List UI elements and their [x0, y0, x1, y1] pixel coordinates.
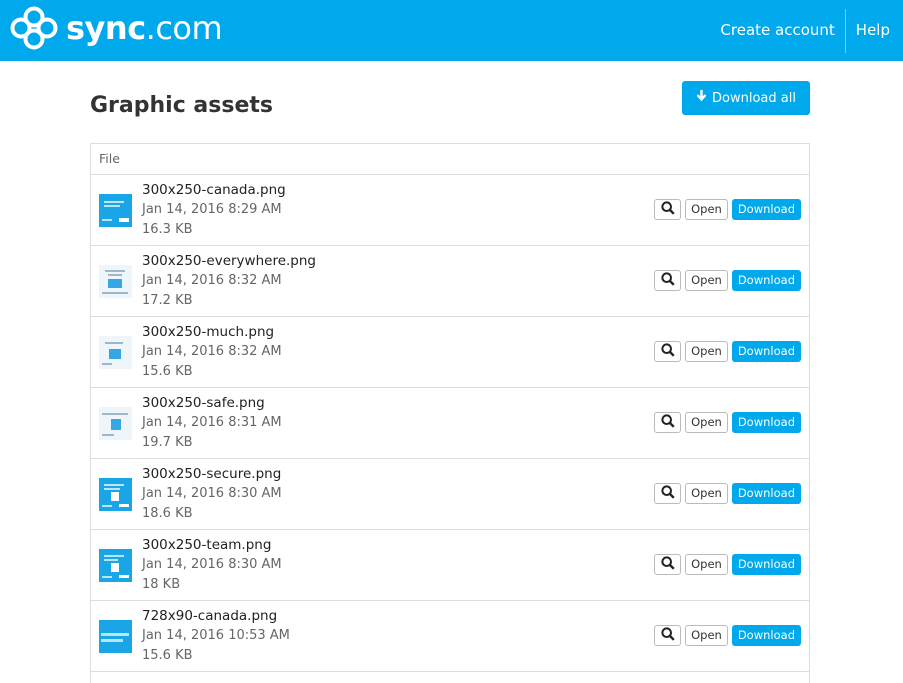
search-icon — [661, 555, 675, 574]
file-date: Jan 14, 2016 10:53 AM — [142, 628, 290, 643]
file-info: 300x250-team.png Jan 14, 2016 8:30 AM 18… — [142, 535, 282, 595]
row-actions: Open Download — [654, 270, 801, 291]
file-thumbnail[interactable] — [99, 194, 132, 227]
search-icon — [661, 484, 675, 503]
logo-wordmark: sync.com — [66, 6, 223, 50]
search-icon — [661, 200, 675, 219]
download-all-label: Download all — [712, 90, 796, 106]
file-name: 300x250-canada.png — [142, 182, 286, 198]
table-row: 300x250-canada.png Jan 14, 2016 8:29 AM … — [91, 175, 809, 246]
preview-button[interactable] — [654, 554, 682, 575]
arrow-down-icon — [696, 90, 707, 106]
table-header-file: File — [91, 144, 809, 175]
file-thumbnail[interactable] — [99, 407, 132, 440]
file-name: 300x250-secure.png — [142, 466, 282, 482]
preview-button[interactable] — [654, 270, 682, 291]
logo-wordmark-rest: .com — [145, 9, 223, 47]
file-date: Jan 14, 2016 8:30 AM — [142, 486, 282, 501]
search-icon — [661, 626, 675, 645]
file-thumbnail[interactable] — [99, 336, 132, 369]
file-info: 300x250-much.png Jan 14, 2016 8:32 AM 15… — [142, 322, 282, 382]
table-row: 728x90-canada.png Jan 14, 2016 10:53 AM … — [91, 601, 809, 672]
file-date: Jan 14, 2016 8:32 AM — [142, 273, 282, 288]
file-thumbnail[interactable] — [99, 620, 132, 653]
download-all-button[interactable]: Download all — [682, 81, 810, 115]
file-size: 15.6 KB — [142, 364, 193, 379]
file-name: 300x250-much.png — [142, 324, 275, 340]
table-row: 300x250-secure.png Jan 14, 2016 8:30 AM … — [91, 459, 809, 530]
file-thumbnail[interactable] — [99, 549, 132, 582]
open-button[interactable]: Open — [685, 412, 728, 433]
file-size: 18 KB — [142, 577, 181, 592]
row-actions: Open Download — [654, 483, 801, 504]
row-actions: Open Download — [654, 199, 801, 220]
file-info: 300x250-canada.png Jan 14, 2016 8:29 AM … — [142, 180, 286, 240]
file-name: 728x90-canada.png — [142, 608, 278, 624]
download-button[interactable]: Download — [731, 199, 801, 220]
download-button[interactable]: Download — [731, 625, 801, 646]
file-size: 19.7 KB — [142, 435, 193, 450]
file-date: Jan 14, 2016 8:31 AM — [142, 415, 282, 430]
search-icon — [661, 342, 675, 361]
open-button[interactable]: Open — [685, 483, 728, 504]
search-icon — [661, 271, 675, 290]
file-info: 300x250-everywhere.png Jan 14, 2016 8:32… — [142, 251, 316, 311]
sync-logo[interactable]: sync.com — [10, 6, 223, 50]
table-row: 300x250-safe.png Jan 14, 2016 8:31 AM 19… — [91, 388, 809, 459]
file-size: 15.6 KB — [142, 648, 193, 663]
open-button[interactable]: Open — [685, 270, 728, 291]
create-account-link[interactable]: Create account — [710, 0, 844, 61]
download-button[interactable]: Download — [731, 341, 801, 362]
row-actions: Open Download — [654, 341, 801, 362]
file-info: 300x250-safe.png Jan 14, 2016 8:31 AM 19… — [142, 393, 282, 453]
table-row: 300x250-much.png Jan 14, 2016 8:32 AM 15… — [91, 317, 809, 388]
row-actions: Open Download — [654, 554, 801, 575]
row-actions: Open Download — [654, 625, 801, 646]
logo-wordmark-bold: sync — [66, 9, 146, 47]
download-button[interactable]: Download — [731, 483, 801, 504]
download-button[interactable]: Download — [731, 554, 801, 575]
preview-button[interactable] — [654, 199, 682, 220]
file-size: 17.2 KB — [142, 293, 193, 308]
open-button[interactable]: Open — [685, 625, 728, 646]
preview-button[interactable] — [654, 412, 682, 433]
file-info: 300x250-secure.png Jan 14, 2016 8:30 AM … — [142, 464, 282, 524]
table-row: 300x250-team.png Jan 14, 2016 8:30 AM 18… — [91, 530, 809, 601]
file-thumbnail[interactable] — [99, 265, 132, 298]
file-size: 16.3 KB — [142, 222, 193, 237]
open-button[interactable]: Open — [685, 199, 728, 220]
help-link[interactable]: Help — [846, 0, 903, 61]
file-name: 300x250-safe.png — [142, 395, 265, 411]
file-size: 18.6 KB — [142, 506, 193, 521]
file-name: 300x250-team.png — [142, 537, 272, 553]
file-name: 300x250-everywhere.png — [142, 253, 316, 269]
file-table: File 300x250-canada.png Jan 14, 2016 8:2… — [90, 143, 810, 683]
top-nav: Create account Help — [710, 0, 903, 61]
sync-logo-icon — [10, 6, 58, 50]
open-button[interactable]: Open — [685, 341, 728, 362]
table-row: 300x250-everywhere.png Jan 14, 2016 8:32… — [91, 246, 809, 317]
preview-button[interactable] — [654, 483, 682, 504]
file-thumbnail[interactable] — [99, 478, 132, 511]
row-actions: Open Download — [654, 412, 801, 433]
search-icon — [661, 413, 675, 432]
top-navbar: sync.com Create account Help — [0, 0, 903, 61]
download-button[interactable]: Download — [731, 412, 801, 433]
file-date: Jan 14, 2016 8:32 AM — [142, 344, 282, 359]
file-info: 728x90-canada.png Jan 14, 2016 10:53 AM … — [142, 606, 290, 666]
download-button[interactable]: Download — [731, 270, 801, 291]
preview-button[interactable] — [654, 625, 682, 646]
open-button[interactable]: Open — [685, 554, 728, 575]
preview-button[interactable] — [654, 341, 682, 362]
file-date: Jan 14, 2016 8:30 AM — [142, 557, 282, 572]
page-title: Graphic assets — [90, 93, 273, 118]
file-date: Jan 14, 2016 8:29 AM — [142, 202, 282, 217]
